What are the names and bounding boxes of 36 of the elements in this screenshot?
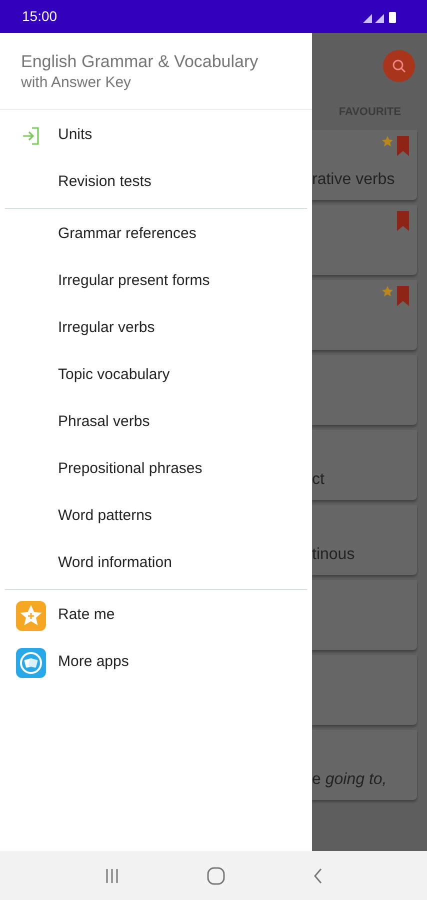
- drawer-item[interactable]: Units: [5, 112, 307, 159]
- list-card[interactable]: [312, 655, 417, 725]
- drawer-title: English Grammar & Vocabulary: [21, 51, 260, 73]
- star-icon: [382, 136, 393, 147]
- card-text: e going to,: [312, 770, 388, 790]
- drawer-item[interactable]: Revision tests: [5, 159, 307, 206]
- star-icon: [382, 286, 393, 297]
- card-text: tinous: [312, 545, 356, 565]
- drawer-item[interactable]: Word information: [5, 540, 307, 587]
- card-text: ct: [312, 470, 326, 490]
- status-time: 15:00: [22, 7, 58, 26]
- drawer-item[interactable]: Irregular present forms: [5, 258, 307, 305]
- apps-icon: [16, 648, 46, 678]
- enter-icon: [21, 126, 41, 146]
- back-icon[interactable]: [312, 868, 324, 884]
- list-card[interactable]: [312, 205, 417, 275]
- drawer-item[interactable]: Grammar references: [5, 211, 307, 258]
- list-card[interactable]: [312, 355, 417, 425]
- drawer-item[interactable]: Phrasal verbs: [5, 399, 307, 446]
- drawer-item[interactable]: Prepositional phrases: [5, 446, 307, 493]
- bookmark-icon[interactable]: [397, 286, 409, 306]
- drawer-item[interactable]: Irregular verbs: [5, 305, 307, 352]
- recent-apps-icon[interactable]: [104, 868, 120, 884]
- drawer-item[interactable]: Word patterns: [5, 493, 307, 540]
- drawer-subtitle: with Answer Key: [21, 73, 132, 93]
- home-icon[interactable]: [206, 866, 224, 884]
- bookmark-icon[interactable]: [397, 136, 409, 156]
- drawer-item[interactable]: Topic vocabulary: [5, 352, 307, 399]
- list-card[interactable]: [312, 280, 417, 350]
- bookmark-icon[interactable]: [397, 211, 409, 231]
- drawer-item[interactable]: More apps: [5, 639, 307, 686]
- list-card[interactable]: [312, 580, 417, 650]
- drawer-item[interactable]: Rate me: [5, 592, 307, 639]
- search-icon: [392, 59, 406, 73]
- card-text: rative verbs: [312, 170, 396, 190]
- search-button[interactable]: [383, 50, 415, 82]
